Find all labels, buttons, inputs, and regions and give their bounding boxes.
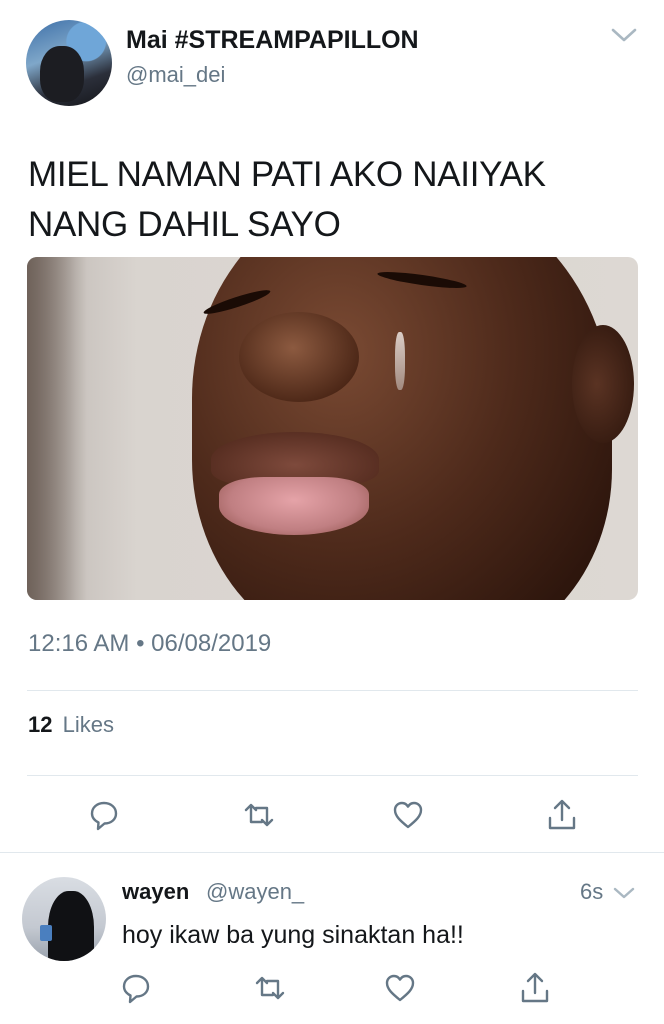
chevron-down-icon[interactable] [610, 26, 638, 44]
share-icon[interactable] [518, 971, 552, 1005]
heart-icon[interactable] [391, 798, 425, 832]
heart-icon[interactable] [383, 971, 417, 1005]
reply-author-handle[interactable]: @wayen_ [206, 879, 304, 905]
retweet-icon[interactable] [242, 798, 276, 832]
reply-icon[interactable] [119, 971, 153, 1005]
chevron-down-icon[interactable] [612, 885, 636, 901]
photo-face [192, 257, 612, 600]
photo-tear [395, 332, 405, 390]
author-handle[interactable]: @mai_dei [126, 62, 225, 88]
reply-author-display-name[interactable]: wayen [122, 879, 189, 905]
avatar-silhouette [48, 891, 94, 961]
reply-author-avatar[interactable] [22, 877, 106, 961]
author-avatar[interactable] [26, 20, 112, 106]
tweet-text: MIEL NAMAN PATI AKO NAIIYAK NANG DAHIL S… [28, 150, 628, 250]
divider [27, 775, 638, 776]
likes-summary[interactable]: 12 Likes [28, 712, 114, 738]
photo-lip [219, 477, 369, 535]
tweet-text-line: MIEL NAMAN PATI AKO NAIIYAK [28, 155, 546, 194]
share-icon[interactable] [545, 798, 579, 832]
retweet-icon[interactable] [253, 971, 287, 1005]
avatar-silhouette [40, 46, 84, 102]
reply-text: hoy ikaw ba yung sinaktan ha!! [122, 921, 464, 949]
phone-icon [40, 925, 52, 941]
divider [27, 690, 638, 691]
reply-timestamp: 6s [580, 879, 604, 904]
author-display-name[interactable]: Mai #STREAMPAPILLON [126, 26, 419, 55]
main-tweet: Mai #STREAMPAPILLON @mai_dei MIEL NAMAN … [0, 0, 664, 853]
tweet-photo[interactable] [27, 257, 638, 600]
tweet-timestamp: 12:16 AM • 06/08/2019 [28, 630, 272, 657]
photo-background [27, 257, 87, 600]
photo-nose [239, 312, 359, 402]
photo-ear [572, 325, 634, 443]
tweet-text-line: NANG DAHIL SAYO [28, 205, 341, 244]
likes-count: 12 [28, 712, 53, 737]
reply-tweet[interactable]: wayen @wayen_ 6s hoy ikaw ba yung sinakt… [0, 853, 664, 1024]
likes-label: Likes [62, 712, 114, 737]
reply-icon[interactable] [87, 798, 121, 832]
